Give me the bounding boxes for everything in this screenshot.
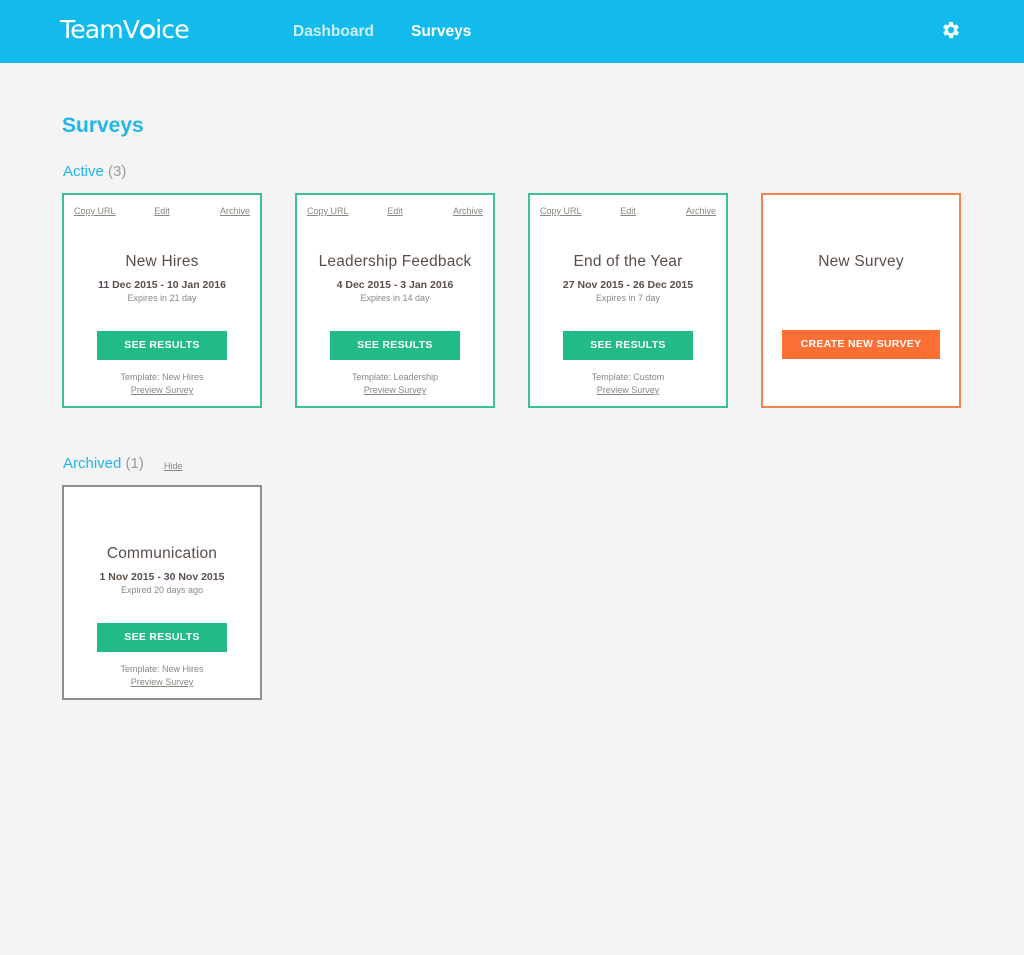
see-results-button[interactable]: SEE RESULTS (563, 331, 693, 360)
gear-icon[interactable] (940, 19, 962, 41)
survey-template: Template: New Hires (120, 372, 204, 382)
survey-template: Template: Custom (591, 372, 665, 382)
archived-section-heading: Archived (1) (63, 455, 144, 472)
survey-expiry: Expires in 14 day (360, 293, 430, 303)
copy-url-link[interactable]: Copy URL (74, 206, 116, 216)
copy-url-link[interactable]: Copy URL (540, 206, 582, 216)
nav-surveys[interactable]: Surveys (411, 23, 471, 41)
archived-section-label: Archived (63, 455, 122, 472)
see-results-button[interactable]: SEE RESULTS (97, 331, 227, 360)
archive-link[interactable]: Archive (686, 206, 716, 216)
card-actions: Copy URL Edit Archive (540, 206, 716, 218)
preview-survey-link-wrap: Preview Survey (297, 385, 493, 395)
archived-section-count: (1) (125, 455, 144, 472)
page-title: Surveys (62, 114, 144, 137)
preview-survey-link-wrap: Preview Survey (64, 385, 260, 395)
copy-url-link[interactable]: Copy URL (307, 206, 349, 216)
active-section-label: Active (63, 163, 104, 180)
survey-card-end-of-the-year: Copy URL Edit Archive End of the Year 27… (528, 193, 728, 408)
archive-link[interactable]: Archive (453, 206, 483, 216)
preview-survey-link[interactable]: Preview Survey (597, 385, 660, 395)
survey-dates: 4 Dec 2015 - 3 Jan 2016 (336, 279, 454, 291)
new-survey-card: New Survey CREATE NEW SURVEY (761, 193, 961, 408)
survey-dates: 1 Nov 2015 - 30 Nov 2015 (99, 571, 225, 583)
see-results-button[interactable]: SEE RESULTS (97, 623, 227, 652)
edit-link[interactable]: Edit (154, 206, 170, 216)
active-section-count: (3) (108, 163, 127, 180)
logo-o-mark-icon (139, 24, 155, 39)
top-navigation-bar: TeamV ice Dashboard Surveys (0, 0, 1024, 63)
preview-survey-link-wrap: Preview Survey (530, 385, 726, 395)
new-survey-title: New Survey (818, 253, 904, 270)
survey-expiry: Expires in 7 day (595, 293, 661, 303)
preview-survey-link[interactable]: Preview Survey (131, 677, 194, 687)
edit-link[interactable]: Edit (620, 206, 636, 216)
preview-survey-link-wrap: Preview Survey (64, 677, 260, 687)
survey-expiry: Expired 20 days ago (120, 585, 204, 595)
survey-card-communication: Communication 1 Nov 2015 - 30 Nov 2015 E… (62, 485, 262, 700)
survey-card-new-hires: Copy URL Edit Archive New Hires 11 Dec 2… (62, 193, 262, 408)
preview-survey-link[interactable]: Preview Survey (364, 385, 427, 395)
logo-text-end: ice (155, 15, 189, 44)
survey-dates: 27 Nov 2015 - 26 Dec 2015 (562, 279, 694, 291)
logo-text-start: TeamV (60, 15, 140, 44)
active-section-heading: Active (3) (63, 163, 126, 180)
archive-link[interactable]: Archive (220, 206, 250, 216)
see-results-button[interactable]: SEE RESULTS (330, 331, 460, 360)
card-actions: Copy URL Edit Archive (74, 206, 250, 218)
create-new-survey-button[interactable]: CREATE NEW SURVEY (782, 330, 940, 359)
preview-survey-link[interactable]: Preview Survey (131, 385, 194, 395)
survey-title: Communication (106, 545, 218, 562)
teamvoice-logo[interactable]: TeamV ice (60, 15, 190, 44)
survey-title: End of the Year (573, 253, 683, 270)
survey-card-leadership-feedback: Copy URL Edit Archive Leadership Feedbac… (295, 193, 495, 408)
survey-expiry: Expires in 21 day (127, 293, 197, 303)
survey-template: Template: Leadership (351, 372, 439, 382)
hide-archived-link[interactable]: Hide (164, 461, 183, 471)
nav-dashboard[interactable]: Dashboard (293, 23, 374, 41)
survey-template: Template: New Hires (120, 664, 204, 674)
edit-link[interactable]: Edit (387, 206, 403, 216)
survey-title: Leadership Feedback (318, 253, 472, 270)
survey-dates: 11 Dec 2015 - 10 Jan 2016 (98, 279, 226, 291)
survey-title: New Hires (125, 253, 199, 270)
card-actions: Copy URL Edit Archive (307, 206, 483, 218)
